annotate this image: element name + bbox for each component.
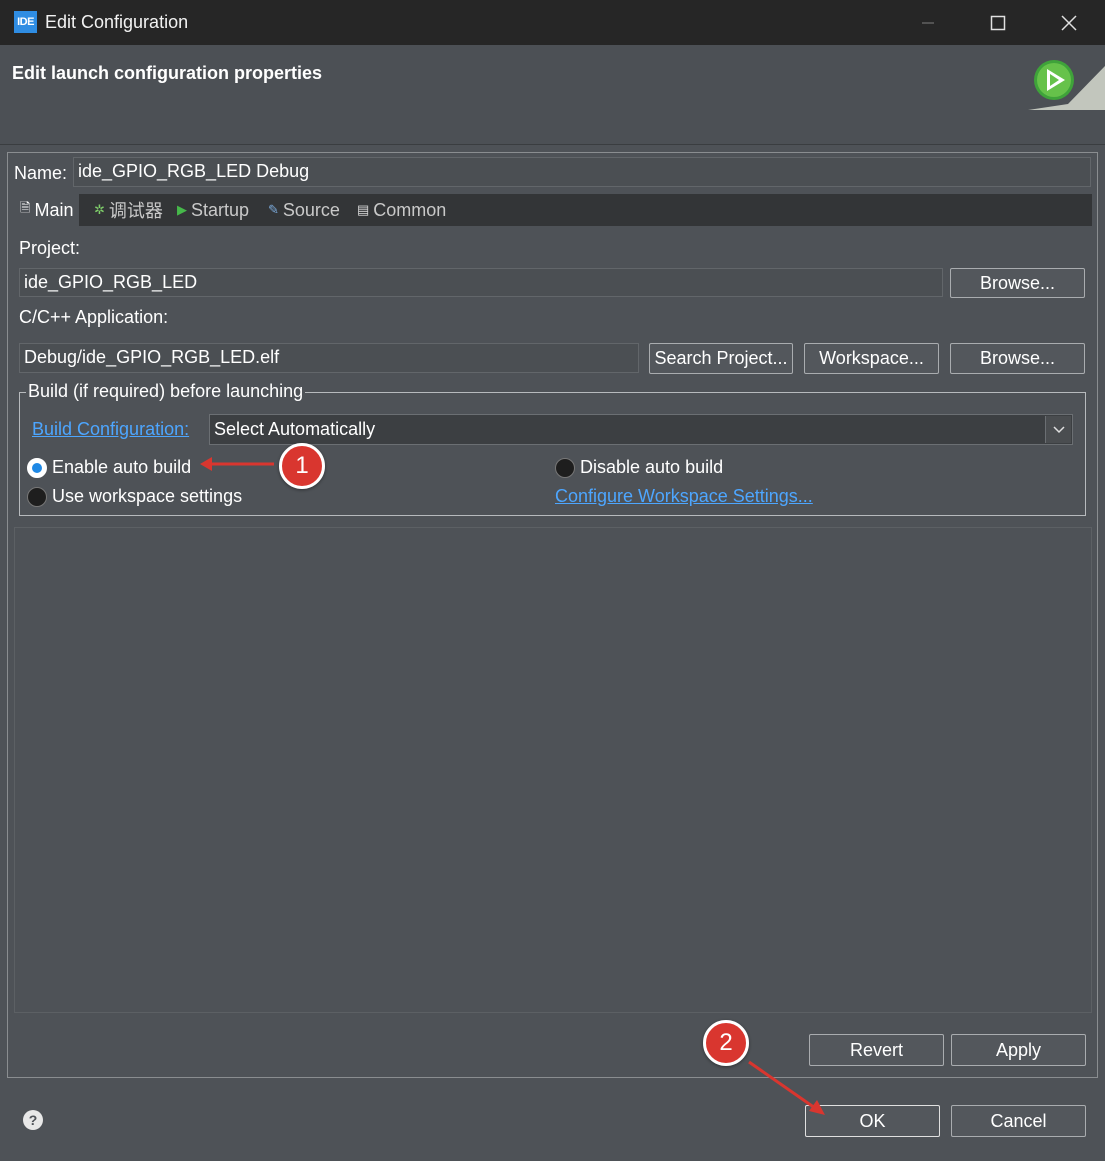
project-field[interactable]: ide_GPIO_RGB_LED bbox=[19, 268, 943, 297]
app-icon: IDE bbox=[14, 11, 37, 33]
disable-auto-build-radio[interactable] bbox=[555, 458, 575, 478]
maximize-icon bbox=[990, 15, 1006, 30]
application-label: C/C++ Application: bbox=[19, 307, 169, 327]
tab-debugger[interactable]: ✲ 调试器 bbox=[94, 194, 163, 226]
launch-run-icon bbox=[1028, 60, 1105, 110]
annotation-badge-2: 2 bbox=[703, 1020, 749, 1066]
maximize-button[interactable] bbox=[963, 0, 1033, 45]
help-icon[interactable]: ? bbox=[23, 1110, 43, 1130]
tab-bar bbox=[14, 194, 1092, 226]
application-browse-button[interactable]: Browse... bbox=[950, 343, 1085, 374]
enable-auto-build-radio[interactable] bbox=[27, 458, 47, 478]
close-button[interactable] bbox=[1034, 0, 1104, 45]
tab-label: Main bbox=[34, 199, 74, 220]
dropdown-button[interactable] bbox=[1045, 416, 1071, 443]
cancel-button[interactable]: Cancel bbox=[951, 1105, 1086, 1137]
tab-common[interactable]: ▤ Common bbox=[357, 194, 446, 226]
tab-label: Source bbox=[282, 199, 340, 220]
content-area bbox=[14, 527, 1092, 1013]
annotation-arrow-1 bbox=[200, 457, 274, 471]
document-icon: 🗎 bbox=[20, 200, 31, 215]
annotation-arrow-2 bbox=[748, 1060, 825, 1115]
enable-auto-build-label: Enable auto build bbox=[52, 457, 192, 477]
build-configuration-link[interactable]: Build Configuration: bbox=[32, 419, 189, 440]
minimize-icon bbox=[922, 21, 934, 24]
header-title: Edit launch configuration properties bbox=[12, 63, 323, 83]
window-title: Edit Configuration bbox=[45, 12, 189, 32]
project-label: Project: bbox=[19, 238, 81, 258]
tab-label: Common bbox=[373, 199, 447, 220]
configure-workspace-settings-link[interactable]: Configure Workspace Settings... bbox=[555, 486, 813, 507]
use-workspace-settings-radio[interactable] bbox=[27, 487, 47, 507]
name-field[interactable]: ide_GPIO_RGB_LED Debug bbox=[73, 157, 1091, 187]
annotation-badge-1: 1 bbox=[279, 443, 325, 489]
apply-button[interactable]: Apply bbox=[951, 1034, 1086, 1066]
chevron-down-icon bbox=[1052, 425, 1065, 433]
play-icon: ▶ bbox=[177, 202, 187, 217]
minimize-button[interactable] bbox=[893, 0, 963, 45]
tab-main[interactable]: 🗎 Main bbox=[14, 194, 80, 226]
close-icon bbox=[1061, 14, 1077, 31]
project-browse-button[interactable]: Browse... bbox=[950, 268, 1085, 298]
disable-auto-build-label: Disable auto build bbox=[580, 457, 724, 477]
tab-label: Startup bbox=[191, 199, 250, 220]
tab-startup[interactable]: ▶ Startup bbox=[177, 194, 249, 226]
source-icon: ✎ bbox=[268, 202, 279, 217]
build-configuration-select[interactable]: Select Automatically bbox=[209, 414, 1073, 445]
tab-label: 调试器 bbox=[108, 201, 163, 221]
build-group-legend: Build (if required) before launching bbox=[26, 381, 306, 402]
debugger-bug-icon: ✲ bbox=[94, 202, 105, 217]
workspace-button[interactable]: Workspace... bbox=[804, 343, 939, 374]
dialog-header bbox=[0, 45, 1105, 145]
search-project-button[interactable]: Search Project... bbox=[649, 343, 793, 374]
use-workspace-settings-label: Use workspace settings bbox=[52, 486, 243, 506]
name-label: Name: bbox=[14, 163, 68, 183]
tab-source[interactable]: ✎ Source bbox=[268, 194, 340, 226]
application-field[interactable]: Debug/ide_GPIO_RGB_LED.elf bbox=[19, 343, 639, 373]
common-icon: ▤ bbox=[357, 202, 370, 217]
